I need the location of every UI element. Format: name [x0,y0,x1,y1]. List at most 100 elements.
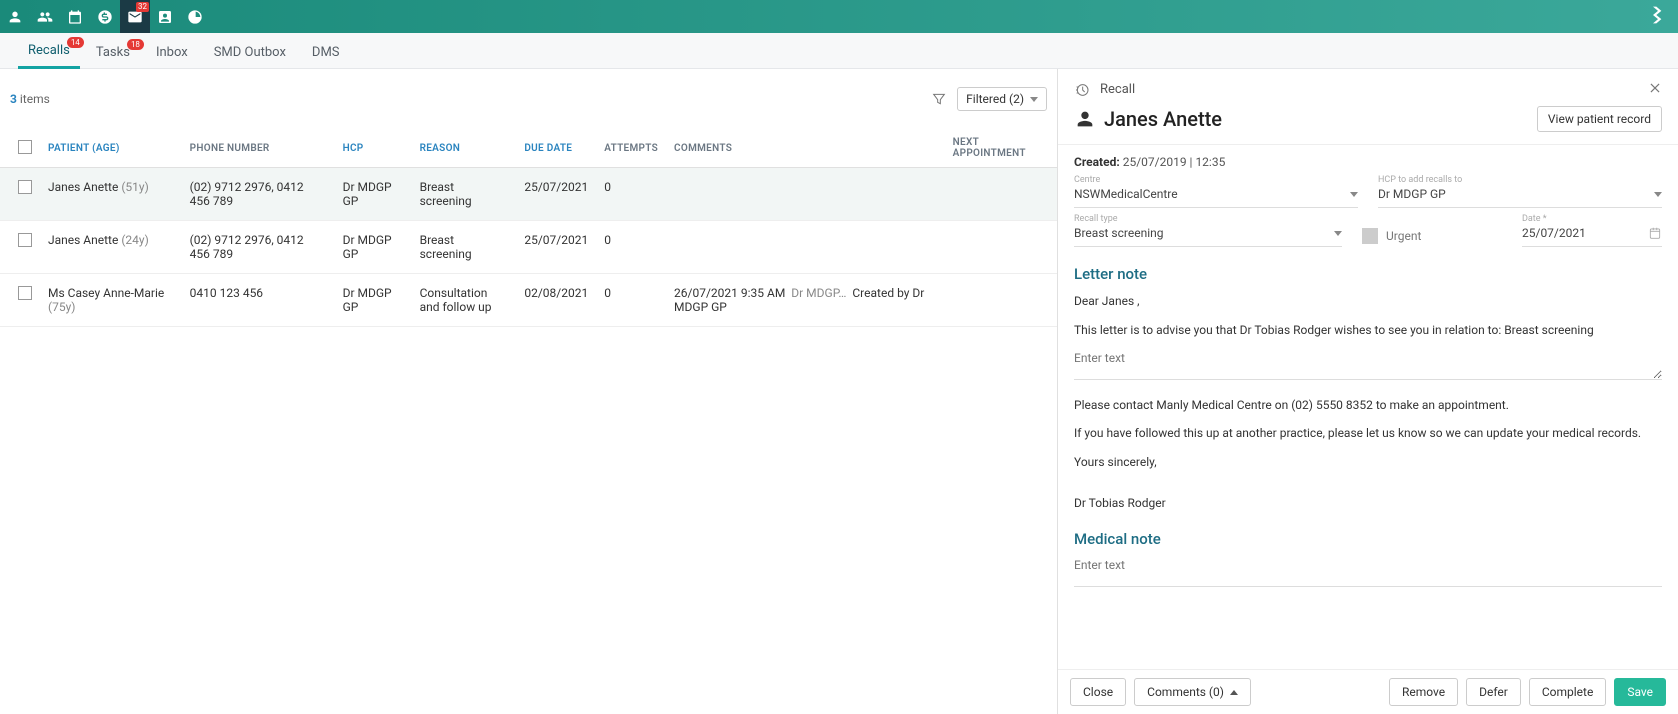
letter-body: Please contact Manly Medical Centre on (… [1074,397,1662,414]
cell-comments: 26/07/2021 9:35 AM Dr MDGP… Created by D… [666,274,945,327]
contact-icon[interactable] [150,0,180,33]
row-checkbox[interactable] [18,233,32,247]
recall-table: PATIENT (AGE) PHONE NUMBER HCP REASON DU… [0,129,1057,327]
tab-bar: Recalls14 Tasks18 Inbox SMD Outbox DMS [0,33,1678,69]
cell-attempts: 0 [596,221,666,274]
created-line: Created: 25/07/2019 | 12:35 [1074,155,1662,169]
cell-patient: Janes Anette (24y) [40,221,182,274]
cell-comments [666,221,945,274]
hcp-label: HCP to add recalls to [1378,175,1662,185]
row-checkbox[interactable] [18,180,32,194]
cell-next [945,221,1057,274]
col-attempts: ATTEMPTS [596,129,666,168]
tab-tasks[interactable]: Tasks18 [86,37,140,68]
chevron-down-icon [1350,192,1358,197]
filter-dropdown[interactable]: Filtered (2) [957,87,1047,111]
letter-body: This letter is to advise you that Dr Tob… [1074,322,1662,339]
cell-attempts: 0 [596,168,666,221]
tab-inbox[interactable]: Inbox [146,37,198,68]
date-field[interactable]: 25/07/2021 [1522,224,1662,247]
cell-reason: Breast screening [412,221,517,274]
cell-phone: (02) 9712 2976, 0412 456 789 [182,168,335,221]
patient-name: Janes Anette [1104,107,1222,131]
date-label: Date * [1522,214,1662,224]
close-button[interactable] [1648,81,1662,98]
chevron-up-icon [1230,690,1238,695]
cell-due: 25/07/2021 [516,221,596,274]
chevron-down-icon [1654,192,1662,197]
close-button[interactable]: Close [1070,678,1126,706]
col-phone: PHONE NUMBER [182,129,335,168]
badge: 18 [127,39,144,50]
cell-attempts: 0 [596,274,666,327]
chevron-down-icon [1334,231,1342,236]
defer-button[interactable]: Defer [1466,678,1521,706]
medical-note-heading: Medical note [1074,530,1662,548]
table-row[interactable]: Ms Casey Anne-Marie (75y)0410 123 456Dr … [0,274,1057,327]
recall-type-dropdown[interactable]: Breast screening [1074,224,1342,247]
tab-recalls[interactable]: Recalls14 [18,35,80,69]
col-hcp[interactable]: HCP [335,129,412,168]
col-patient[interactable]: PATIENT (AGE) [40,129,182,168]
select-all-checkbox[interactable] [18,140,32,154]
complete-button[interactable]: Complete [1529,678,1607,706]
centre-label: Centre [1074,175,1358,185]
urgent-label: Urgent [1386,229,1421,243]
detail-panel: Recall Janes Anette View patient record … [1058,69,1678,714]
cell-next [945,168,1057,221]
cell-patient: Janes Anette (51y) [40,168,182,221]
recall-type-label: Recall type [1074,214,1342,224]
tab-dms[interactable]: DMS [302,37,350,68]
letter-signer: Dr Tobias Rodger [1074,495,1662,512]
tab-smd-outbox[interactable]: SMD Outbox [204,37,296,68]
cell-hcp: Dr MDGP GP [335,168,412,221]
remove-button[interactable]: Remove [1389,678,1458,706]
row-checkbox[interactable] [18,286,32,300]
cell-reason: Breast screening [412,168,517,221]
medical-note-textarea[interactable] [1074,558,1662,587]
mail-badge: 32 [136,2,149,12]
letter-note-textarea[interactable] [1074,351,1662,380]
view-patient-record-button[interactable]: View patient record [1537,106,1662,132]
mail-icon[interactable]: 32 [120,0,150,33]
person-icon[interactable] [0,0,30,33]
history-icon [1074,82,1090,98]
person-icon [1074,108,1096,130]
comments-button[interactable]: Comments (0) [1134,678,1251,706]
cell-phone: 0410 123 456 [182,274,335,327]
letter-signoff: Yours sincerely, [1074,454,1662,471]
save-button[interactable]: Save [1614,678,1666,706]
cell-reason: Consultation and follow up [412,274,517,327]
cell-due: 25/07/2021 [516,168,596,221]
col-due[interactable]: DUE DATE [516,129,596,168]
col-next: NEXT APPOINTMENT [945,129,1057,168]
letter-body: If you have followed this up at another … [1074,425,1662,442]
detail-title: Recall [1100,82,1135,97]
top-icon-bar: 32 [0,0,1678,33]
money-icon[interactable] [90,0,120,33]
badge: 14 [67,37,84,48]
cell-comments [666,168,945,221]
hcp-dropdown[interactable]: Dr MDGP GP [1378,185,1662,208]
letter-note-heading: Letter note [1074,265,1662,283]
cell-due: 02/08/2021 [516,274,596,327]
filter-icon[interactable] [931,91,947,107]
people-icon[interactable] [30,0,60,33]
cell-next [945,274,1057,327]
centre-dropdown[interactable]: NSWMedicalCentre [1074,185,1358,208]
urgent-checkbox[interactable] [1362,228,1378,244]
calendar-icon[interactable] [60,0,90,33]
table-row[interactable]: Janes Anette (24y)(02) 9712 2976, 0412 4… [0,221,1057,274]
table-row[interactable]: Janes Anette (51y)(02) 9712 2976, 0412 4… [0,168,1057,221]
col-reason[interactable]: REASON [412,129,517,168]
app-logo-icon[interactable] [1648,5,1668,28]
cell-patient: Ms Casey Anne-Marie (75y) [40,274,182,327]
calendar-icon [1648,226,1662,240]
cell-hcp: Dr MDGP GP [335,221,412,274]
chevron-down-icon [1030,97,1038,102]
item-count: 3 items [10,92,50,106]
cell-hcp: Dr MDGP GP [335,274,412,327]
cell-phone: (02) 9712 2976, 0412 456 789 [182,221,335,274]
chart-icon[interactable] [180,0,210,33]
letter-greeting: Dear Janes , [1074,293,1662,310]
